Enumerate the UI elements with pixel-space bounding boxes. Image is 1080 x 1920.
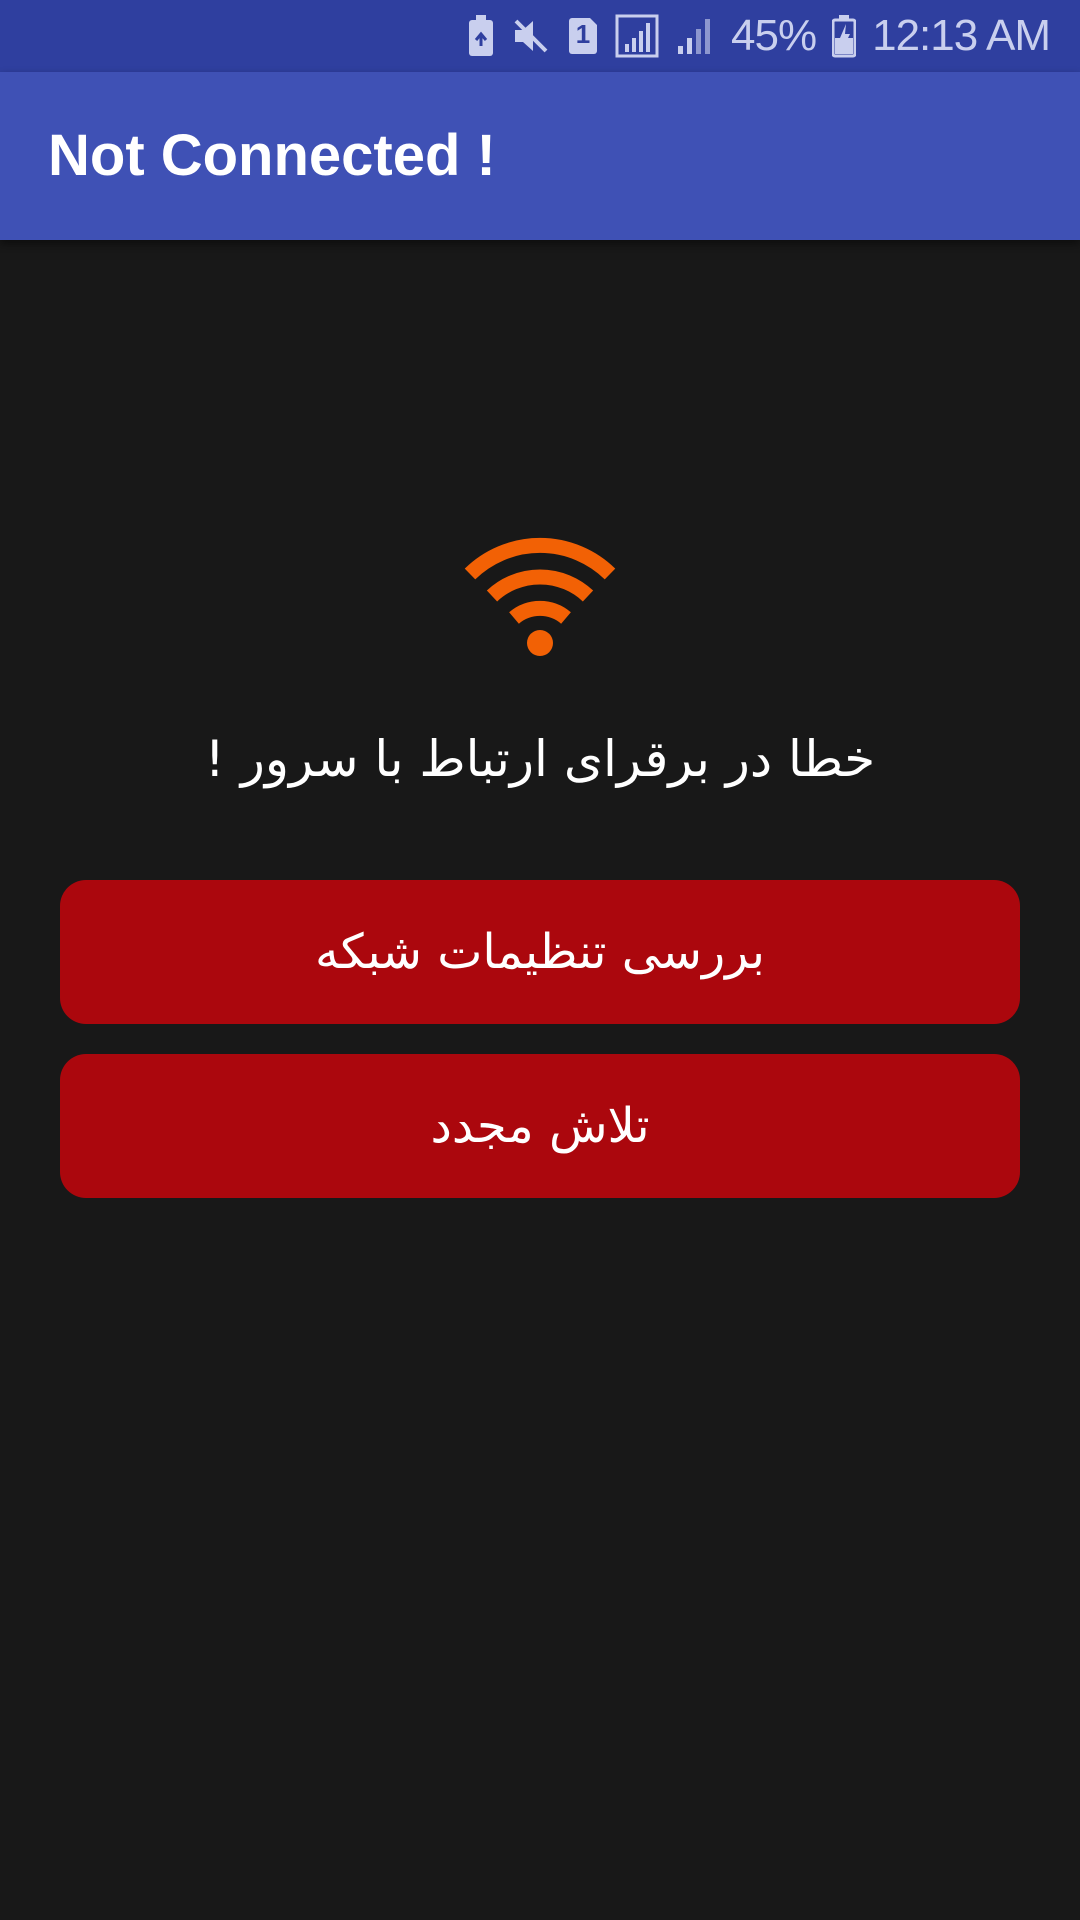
retry-button[interactable]: تلاش مجدد (60, 1054, 1020, 1198)
signal-icon-secondary (675, 16, 715, 56)
signal-icon (615, 14, 659, 58)
sim-icon: 1 (567, 17, 599, 55)
app-bar: Not Connected ! (0, 72, 1080, 240)
page-title: Not Connected ! (48, 123, 496, 188)
sim-label: 1 (575, 19, 591, 49)
status-icons: 1 45% 12:13 AM (467, 0, 1051, 72)
status-time: 12:13 AM (872, 11, 1051, 60)
retry-label: تلاش مجدد (430, 1098, 650, 1154)
battery-percent: 45% (731, 11, 817, 60)
battery-charging-icon (832, 14, 857, 58)
check-network-settings-label: بررسی تنظیمات شبکه (315, 924, 765, 980)
status-bar: 1 45% 12:13 AM (0, 0, 1080, 72)
battery-saver-icon (467, 14, 495, 58)
check-network-settings-button[interactable]: بررسی تنظیمات شبکه (60, 880, 1020, 1024)
mute-icon (511, 16, 551, 56)
wifi-icon (462, 534, 618, 660)
error-message: خطا در برقرای ارتباط با سرور ! (204, 730, 876, 788)
